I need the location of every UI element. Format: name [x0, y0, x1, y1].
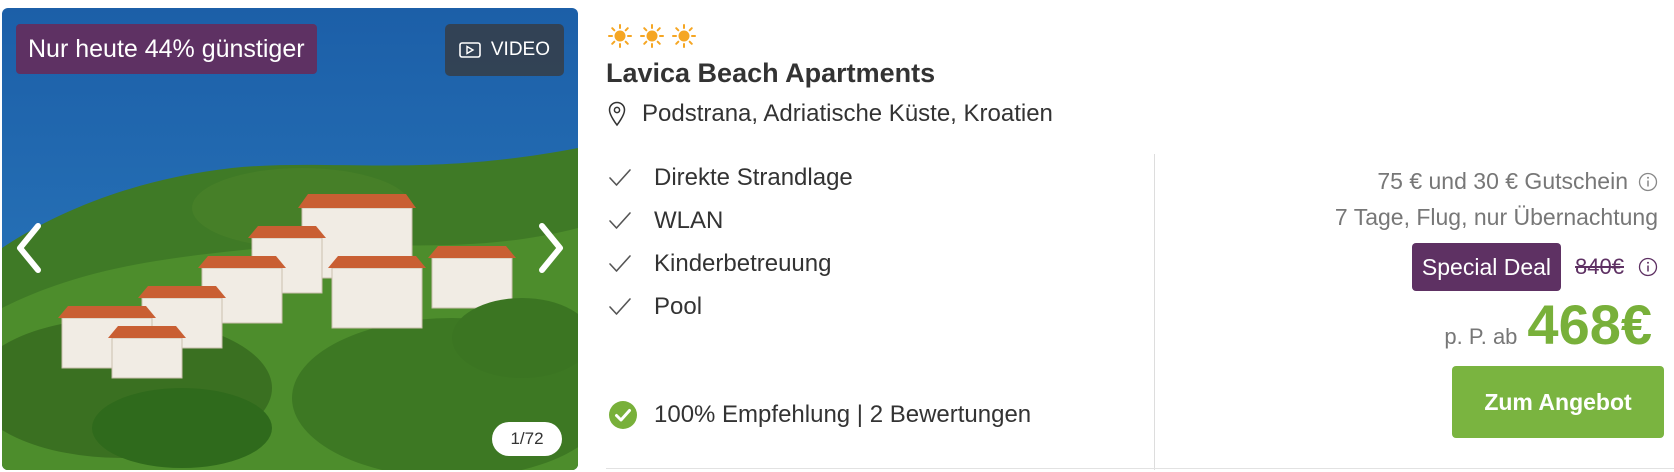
checkmark-icon — [609, 168, 631, 186]
voucher-info: 75 € und 30 € Gutschein — [1377, 168, 1658, 195]
feature-label: Kinderbetreuung — [654, 249, 832, 277]
chevron-left-icon — [17, 223, 41, 273]
voucher-text: 75 € und 30 € Gutschein — [1377, 168, 1628, 194]
feature-list: Direkte Strandlage WLAN Kinderbetreuung Poo… — [608, 156, 853, 328]
recommendation-text: 100% Empfehlung | 2 Bewertungen — [654, 401, 1032, 428]
feature-item: Pool — [608, 285, 853, 328]
hotel-offer-card: Nur heute 44% günstiger VIDEO 1/72 Lavic… — [0, 0, 1674, 472]
offer-button[interactable]: Zum Angebot — [1452, 366, 1664, 438]
video-icon — [459, 42, 481, 58]
feature-item: Kinderbetreuung — [608, 242, 853, 285]
video-button[interactable]: VIDEO — [444, 24, 564, 76]
hotel-location: Podstrana, Adriatische Küste, Kroatien — [608, 100, 1053, 128]
trip-info: 7 Tage, Flug, nur Übernachtung — [1334, 204, 1658, 230]
sun-icon — [672, 24, 696, 48]
price-prefix: p. P. ab — [1444, 324, 1518, 349]
location-text: Podstrana, Adriatische Küste, Kroatien — [642, 100, 1053, 127]
feature-item: Direkte Strandlage — [608, 156, 853, 199]
feature-label: WLAN — [654, 206, 724, 234]
image-counter: 1/72 — [492, 422, 562, 456]
special-deal-badge: Special Deal — [1411, 243, 1562, 291]
hotel-name[interactable]: Lavica Beach Apartments — [606, 58, 935, 89]
video-label: VIDEO — [490, 39, 550, 60]
gallery-next-button[interactable] — [530, 220, 570, 276]
recommendation[interactable]: 100% Empfehlung | 2 Bewertungen — [608, 400, 1031, 430]
feature-label: Direkte Strandlage — [654, 163, 853, 191]
feature-item: WLAN — [608, 199, 853, 242]
location-pin-icon — [608, 101, 626, 127]
checkmark-icon — [609, 254, 631, 272]
feature-label: Pool — [654, 292, 703, 320]
column-divider — [1154, 154, 1155, 470]
card-bottom-divider — [606, 468, 1674, 469]
gallery-prev-button[interactable] — [10, 220, 50, 276]
info-icon[interactable] — [1638, 172, 1658, 192]
sun-icon — [640, 24, 664, 48]
star-rating — [608, 24, 696, 48]
check-circle-icon — [609, 401, 637, 429]
chevron-right-icon — [539, 223, 563, 273]
image-gallery[interactable]: Nur heute 44% günstiger VIDEO 1/72 — [2, 8, 578, 470]
info-icon[interactable] — [1638, 257, 1658, 277]
price-row: p. P. ab 468€ — [1444, 292, 1652, 357]
hotel-photo[interactable] — [2, 8, 578, 470]
old-price: 840€ — [1575, 254, 1624, 279]
sun-icon — [608, 24, 632, 48]
price: 468€ — [1527, 293, 1652, 356]
discount-badge: Nur heute 44% günstiger — [16, 24, 317, 74]
deal-row: Special Deal 840€ — [1411, 243, 1658, 291]
checkmark-icon — [609, 297, 631, 315]
checkmark-icon — [609, 211, 631, 229]
